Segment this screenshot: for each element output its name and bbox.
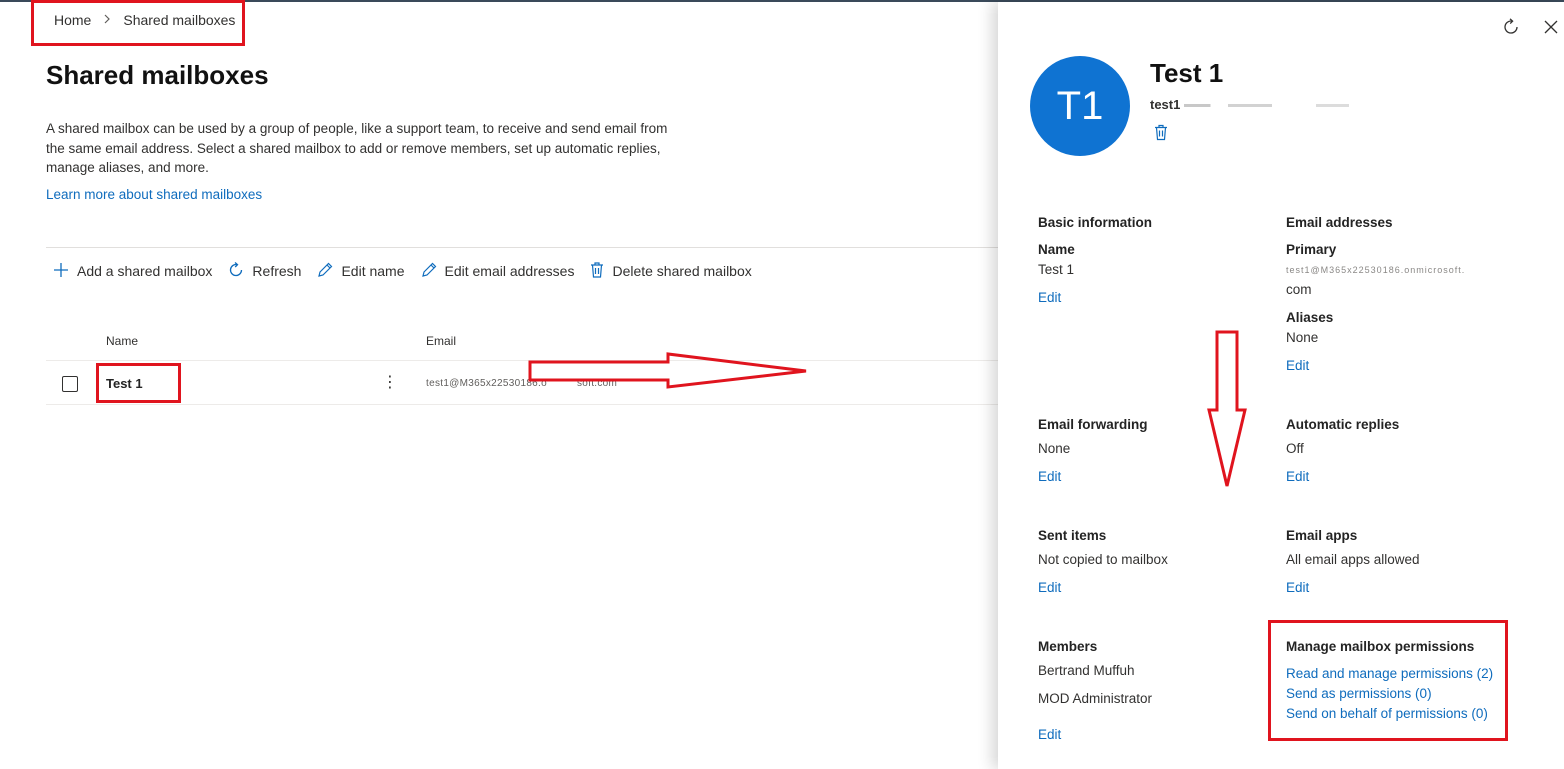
more-vertical-icon[interactable]: ⋮ bbox=[382, 372, 398, 394]
email-forwarding-value: None bbox=[1038, 441, 1071, 456]
pencil-icon bbox=[316, 261, 341, 282]
email-addresses-title: Email addresses bbox=[1286, 215, 1393, 230]
close-icon bbox=[1543, 19, 1559, 40]
edit-email-forwarding-link[interactable]: Edit bbox=[1038, 469, 1061, 484]
manage-permissions-title: Manage mailbox permissions bbox=[1286, 639, 1475, 654]
member-item: Bertrand Muffuh bbox=[1038, 663, 1135, 678]
automatic-replies-value: Off bbox=[1286, 441, 1304, 456]
header-divider bbox=[46, 360, 1000, 361]
name-label: Name bbox=[1038, 242, 1075, 257]
delete-shared-mailbox-label: Delete shared mailbox bbox=[612, 263, 752, 279]
page-title: Shared mailboxes bbox=[46, 60, 269, 90]
automatic-replies-title: Automatic replies bbox=[1286, 417, 1400, 432]
chevron-right-icon bbox=[103, 13, 111, 27]
read-manage-permissions-link[interactable]: Read and manage permissions (2) bbox=[1286, 666, 1493, 681]
edit-name-button[interactable]: Edit name bbox=[316, 261, 405, 282]
toolbar: Add a shared mailbox Refresh Edit name E… bbox=[52, 260, 767, 282]
edit-email-addresses-link[interactable]: Edit bbox=[1286, 358, 1309, 373]
send-on-behalf-permissions-link[interactable]: Send on behalf of permissions (0) bbox=[1286, 706, 1488, 721]
primary-label: Primary bbox=[1286, 242, 1337, 257]
row-checkbox[interactable] bbox=[62, 376, 78, 392]
avatar: T1 bbox=[1030, 56, 1130, 156]
trash-icon bbox=[1154, 124, 1168, 145]
sent-items-value: Not copied to mailbox bbox=[1038, 552, 1168, 567]
divider bbox=[46, 247, 1000, 248]
edit-email-addresses-label: Edit email addresses bbox=[444, 263, 575, 279]
primary-value-line1: test1@M365x22530186.onmicrosoft. bbox=[1286, 265, 1466, 275]
refresh-icon bbox=[227, 261, 252, 282]
panel-title: Test 1 bbox=[1150, 58, 1224, 88]
column-header-name[interactable]: Name bbox=[106, 334, 138, 348]
breadcrumb-home[interactable]: Home bbox=[54, 12, 91, 28]
refresh-label: Refresh bbox=[252, 263, 302, 279]
row-divider bbox=[46, 404, 1000, 405]
aliases-label: Aliases bbox=[1286, 310, 1334, 325]
trash-icon bbox=[589, 261, 612, 282]
refresh-panel-button[interactable] bbox=[1500, 17, 1522, 42]
panel-subtitle-text: test1 bbox=[1150, 97, 1181, 112]
row-email: test1@M365x22530186.o soft.com bbox=[426, 378, 617, 389]
basic-information-title: Basic information bbox=[1038, 215, 1153, 230]
breadcrumb-current: Shared mailboxes bbox=[123, 12, 236, 28]
email-forwarding-title: Email forwarding bbox=[1038, 417, 1148, 432]
primary-value-line2: com bbox=[1286, 282, 1312, 297]
edit-members-link[interactable]: Edit bbox=[1038, 727, 1061, 742]
row-name-link[interactable]: Test 1 bbox=[106, 376, 143, 391]
sent-items-title: Sent items bbox=[1038, 528, 1107, 543]
edit-name-label: Edit name bbox=[341, 263, 405, 279]
send-as-permissions-link[interactable]: Send as permissions (0) bbox=[1286, 686, 1432, 701]
details-panel: T1 Test 1 test1 Basic information Name T… bbox=[998, 2, 1564, 769]
refresh-button[interactable]: Refresh bbox=[227, 261, 301, 282]
close-button[interactable] bbox=[1540, 18, 1562, 40]
add-shared-mailbox-label: Add a shared mailbox bbox=[77, 263, 213, 279]
row-email-part1: test1@M365x22530186.o bbox=[426, 378, 547, 389]
name-value: Test 1 bbox=[1038, 262, 1075, 277]
column-header-email[interactable]: Email bbox=[426, 334, 456, 348]
delete-mailbox-icon-button[interactable] bbox=[1154, 124, 1168, 146]
email-apps-value: All email apps allowed bbox=[1286, 552, 1420, 567]
learn-more-link[interactable]: Learn more about shared mailboxes bbox=[46, 187, 262, 202]
page-description: A shared mailbox can be used by a group … bbox=[46, 121, 668, 175]
breadcrumb: Home Shared mailboxes bbox=[40, 12, 235, 28]
edit-basic-information-link[interactable]: Edit bbox=[1038, 290, 1061, 305]
edit-email-addresses-button[interactable]: Edit email addresses bbox=[420, 261, 575, 282]
delete-shared-mailbox-button[interactable]: Delete shared mailbox bbox=[589, 261, 752, 282]
panel-subtitle: test1 bbox=[1150, 97, 1405, 112]
edit-sent-items-link[interactable]: Edit bbox=[1038, 580, 1061, 595]
email-apps-title: Email apps bbox=[1286, 528, 1358, 543]
members-title: Members bbox=[1038, 639, 1098, 654]
edit-automatic-replies-link[interactable]: Edit bbox=[1286, 469, 1309, 484]
plus-icon bbox=[52, 261, 77, 282]
edit-email-apps-link[interactable]: Edit bbox=[1286, 580, 1309, 595]
refresh-icon bbox=[1501, 17, 1521, 42]
row-email-part2: soft.com bbox=[576, 378, 618, 389]
member-item: MOD Administrator bbox=[1038, 691, 1153, 706]
add-shared-mailbox-button[interactable]: Add a shared mailbox bbox=[52, 261, 212, 282]
main-page: Home Shared mailboxes Shared mailboxes A… bbox=[0, 0, 1000, 769]
pencil-icon bbox=[420, 261, 445, 282]
aliases-value: None bbox=[1286, 330, 1319, 345]
